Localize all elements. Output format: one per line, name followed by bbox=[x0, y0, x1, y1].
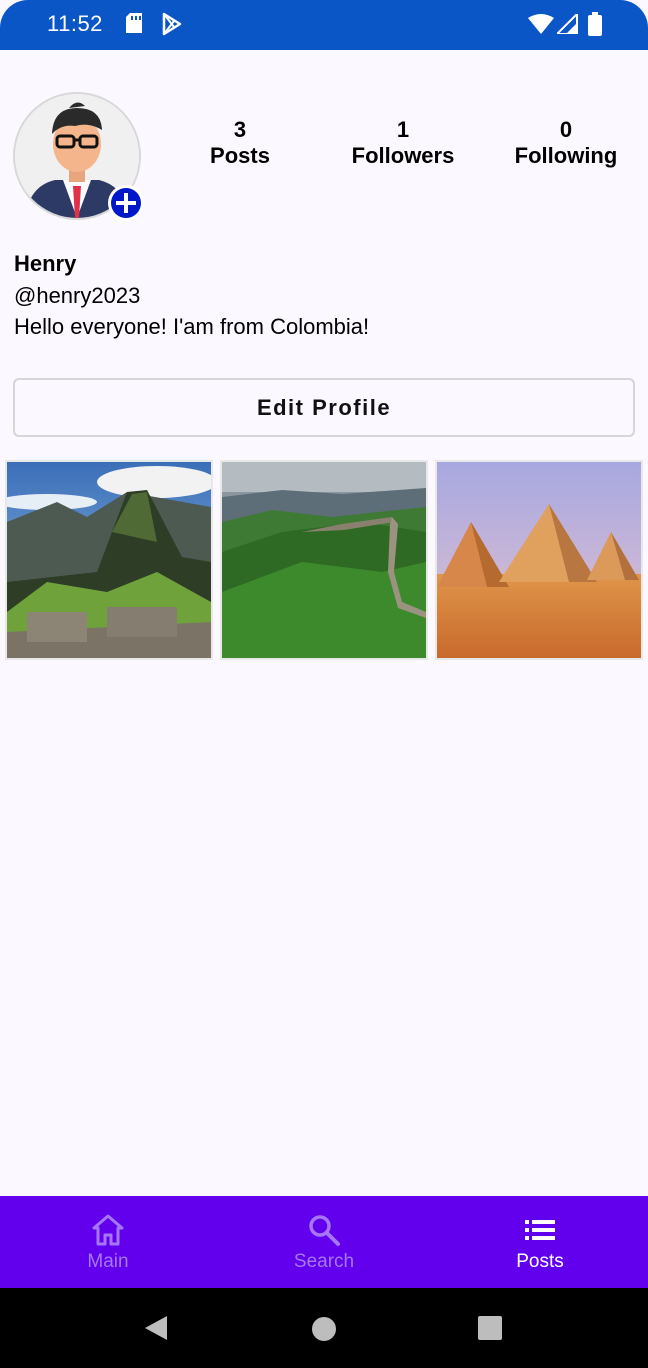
nav-item-posts[interactable]: Posts bbox=[432, 1196, 648, 1288]
profile-name: Henry bbox=[14, 251, 77, 276]
stat-followers[interactable]: 1 Followers bbox=[323, 118, 483, 170]
stat-following-label: Following bbox=[514, 143, 618, 168]
nav-item-label: Posts bbox=[516, 1251, 564, 1272]
posts-grid bbox=[5, 460, 643, 662]
nav-item-label: Main bbox=[87, 1251, 129, 1272]
home-icon bbox=[92, 1214, 124, 1246]
stat-posts[interactable]: 3 Posts bbox=[160, 118, 320, 170]
profile-bio: Hello everyone! I'am from Colombia! bbox=[14, 314, 370, 339]
system-navigation-bar bbox=[0, 1288, 648, 1368]
battery-icon bbox=[588, 12, 602, 36]
pyramids-image bbox=[437, 462, 641, 658]
bottom-navigation: Main Search Posts bbox=[0, 1196, 648, 1288]
status-time: 11:52 bbox=[47, 11, 103, 36]
back-icon[interactable] bbox=[143, 1315, 169, 1341]
signal-icon bbox=[557, 14, 578, 34]
play-store-icon bbox=[162, 12, 182, 36]
stat-following-count: 0 bbox=[559, 117, 573, 142]
search-icon bbox=[309, 1215, 340, 1246]
profile-screen: 3 Posts 1 Followers 0 Following Henry @h… bbox=[0, 50, 648, 1196]
add-photo-icon[interactable] bbox=[107, 184, 145, 222]
stat-following[interactable]: 0 Following bbox=[486, 118, 646, 170]
great-wall-image bbox=[222, 462, 426, 658]
wifi-icon bbox=[528, 14, 554, 34]
machu-picchu-image bbox=[7, 462, 211, 658]
recents-icon[interactable] bbox=[478, 1316, 502, 1340]
stat-followers-count: 1 bbox=[396, 117, 410, 142]
sd-card-icon bbox=[126, 13, 142, 33]
nav-item-search[interactable]: Search bbox=[216, 1196, 432, 1288]
list-icon bbox=[525, 1220, 555, 1240]
status-bar: 11:52 bbox=[0, 0, 648, 50]
home-circle-icon[interactable] bbox=[311, 1316, 337, 1342]
stat-posts-count: 3 bbox=[233, 117, 247, 142]
post-tile[interactable] bbox=[5, 460, 213, 660]
stat-posts-label: Posts bbox=[210, 143, 270, 168]
edit-profile-button[interactable]: Edit Profile bbox=[13, 378, 635, 437]
avatar-container[interactable] bbox=[13, 92, 145, 224]
profile-handle: @henry2023 bbox=[14, 283, 141, 308]
nav-item-main[interactable]: Main bbox=[0, 1196, 216, 1288]
post-tile[interactable] bbox=[220, 460, 428, 660]
nav-item-label: Search bbox=[293, 1251, 355, 1272]
stat-followers-label: Followers bbox=[351, 143, 455, 168]
post-tile[interactable] bbox=[435, 460, 643, 660]
